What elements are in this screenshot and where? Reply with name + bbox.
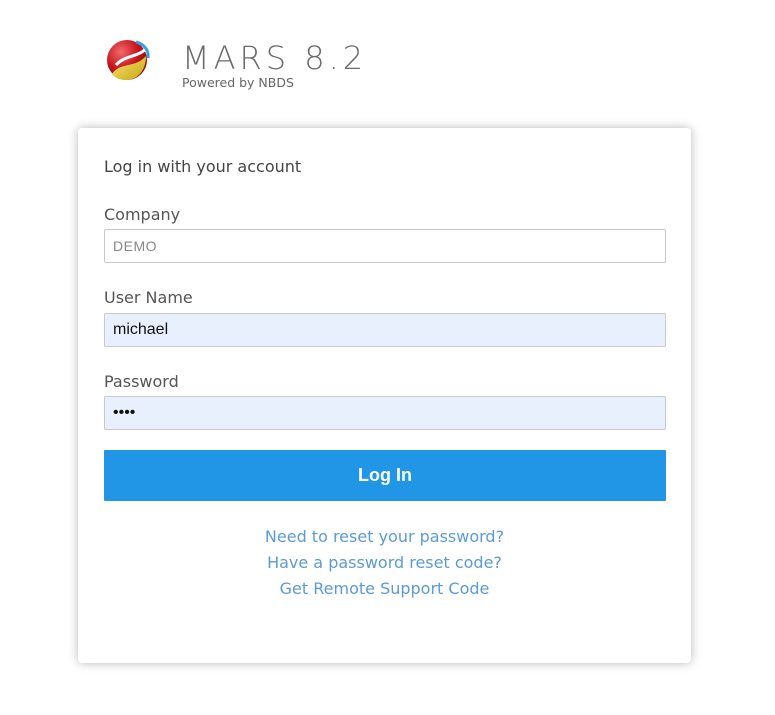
company-label: Company bbox=[104, 205, 181, 224]
remote-support-link[interactable]: Get Remote Support Code bbox=[78, 576, 691, 602]
mars-logo-icon bbox=[107, 40, 150, 80]
company-field[interactable] bbox=[104, 229, 666, 263]
username-field[interactable] bbox=[104, 313, 666, 347]
login-heading: Log in with your account bbox=[104, 157, 302, 176]
login-button[interactable]: Log In bbox=[104, 450, 666, 501]
username-label: User Name bbox=[104, 288, 193, 307]
brand-header: MARS 8.2 Powered by NBDS bbox=[106, 38, 406, 94]
app-title: MARS 8.2 bbox=[182, 39, 368, 77]
login-card: Log in with your account Company User Na… bbox=[78, 128, 691, 663]
help-links: Need to reset your password? Have a pass… bbox=[78, 524, 691, 602]
password-label: Password bbox=[104, 372, 179, 391]
reset-password-link[interactable]: Need to reset your password? bbox=[78, 524, 691, 550]
password-field[interactable] bbox=[104, 396, 666, 430]
reset-code-link[interactable]: Have a password reset code? bbox=[78, 550, 691, 576]
app-subtitle: Powered by NBDS bbox=[182, 75, 294, 90]
